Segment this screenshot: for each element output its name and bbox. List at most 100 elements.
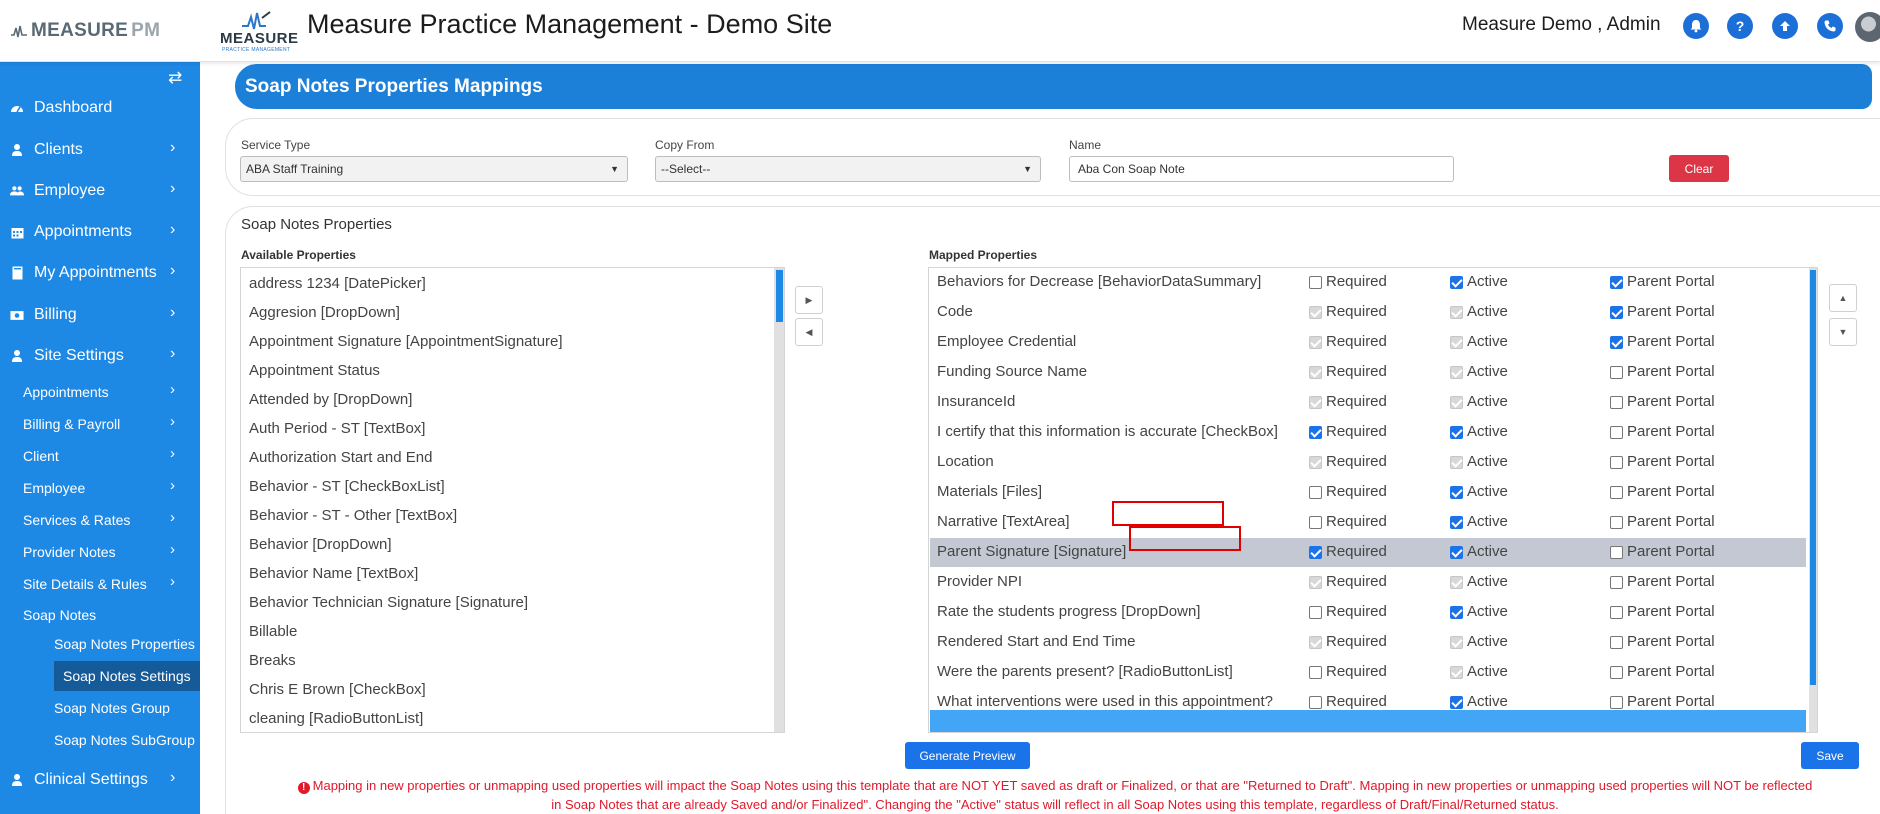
list-item[interactable]: Appointment Signature [AppointmentSignat… (249, 333, 563, 350)
name-input[interactable]: Aba Con Soap Note (1069, 156, 1454, 182)
parent-portal-checkbox[interactable] (1610, 636, 1623, 649)
question-icon[interactable]: ? (1727, 13, 1753, 39)
sidebar-item-clients[interactable]: Clients › (0, 133, 200, 167)
sidebar-sub-site-details[interactable]: Site Details & Rules › (0, 569, 200, 599)
sidebar-sub-provider-notes[interactable]: Provider Notes › (0, 537, 200, 567)
required-checkbox[interactable] (1309, 606, 1322, 619)
list-item[interactable]: Chris E Brown [CheckBox] (249, 681, 426, 698)
list-item[interactable]: Attended by [DropDown] (249, 391, 412, 408)
list-item[interactable]: Behavior - ST [CheckBoxList] (249, 478, 445, 495)
sidebar-item-site-settings[interactable]: Site Settings › (0, 339, 200, 373)
sidebar-sub-soap-notes[interactable]: Soap Notes (0, 600, 200, 630)
phone-icon[interactable] (1817, 13, 1843, 39)
list-item[interactable]: cleaning [RadioButtonList] (249, 710, 423, 727)
mapped-row[interactable]: Code Required Active Parent Portal (930, 298, 1806, 327)
list-item[interactable]: Behavior Name [TextBox] (249, 565, 418, 582)
sidebar-item-billing[interactable]: Billing › (0, 298, 200, 332)
parent-portal-checkbox[interactable] (1610, 456, 1623, 469)
active-checkbox[interactable] (1450, 696, 1463, 709)
mapped-properties-list[interactable]: Behaviors for Decrease [BehaviorDataSumm… (928, 267, 1818, 733)
required-checkbox[interactable] (1309, 666, 1322, 679)
list-item[interactable]: Appointment Status (249, 362, 380, 379)
sidebar-item-my-appointments[interactable]: My Appointments › (0, 256, 200, 290)
list-item[interactable]: Billable (249, 623, 297, 640)
required-checkbox[interactable] (1309, 276, 1322, 289)
brand-logo[interactable]: MEASURE PM (10, 20, 160, 42)
list-item[interactable]: Authorization Start and End (249, 449, 432, 466)
parent-portal-checkbox[interactable] (1610, 396, 1623, 409)
sidebar-sub-billing-payroll[interactable]: Billing & Payroll › (0, 409, 200, 439)
mapped-row[interactable]: Provider NPI Required Active Parent Portal (930, 568, 1806, 597)
parent-portal-checkbox[interactable] (1610, 606, 1623, 619)
scrollbar[interactable] (774, 268, 784, 732)
avatar[interactable] (1855, 12, 1880, 42)
move-down-button[interactable]: ▼ (1829, 318, 1857, 346)
sidebar-soap-notes-properties[interactable]: Soap Notes Properties (0, 629, 200, 659)
service-type-select[interactable]: ABA Staff Training ▼ (240, 156, 628, 182)
mapped-row[interactable]: Were the parents present? [RadioButtonLi… (930, 658, 1806, 687)
sidebar-soap-notes-settings[interactable]: Soap Notes Settings (54, 661, 200, 691)
sidebar-item-appointments[interactable]: Appointments › (0, 215, 200, 249)
mapped-row[interactable]: I certify that this information is accur… (930, 418, 1806, 447)
bell-icon[interactable] (1683, 13, 1709, 39)
sidebar-soap-notes-subgroup[interactable]: Soap Notes SubGroup (0, 725, 200, 755)
move-up-button[interactable]: ▲ (1829, 284, 1857, 312)
parent-portal-checkbox[interactable] (1610, 666, 1623, 679)
sidebar-soap-notes-group[interactable]: Soap Notes Group (0, 693, 200, 723)
active-checkbox[interactable] (1450, 606, 1463, 619)
active-checkbox[interactable] (1450, 486, 1463, 499)
mapped-row[interactable]: Rate the students progress [DropDown] Req… (930, 598, 1806, 627)
list-item[interactable]: Breaks (249, 652, 296, 669)
required-checkbox[interactable] (1309, 486, 1322, 499)
list-item[interactable]: Behavior Technician Signature [Signature… (249, 594, 528, 611)
mapped-row[interactable]: Behaviors for Decrease [BehaviorDataSumm… (930, 268, 1806, 297)
mapped-row[interactable]: Location Required Active Parent Portal (930, 448, 1806, 477)
parent-portal-checkbox[interactable] (1610, 336, 1623, 349)
available-properties-list[interactable]: address 1234 [DatePicker] Aggresion [Dro… (240, 267, 785, 733)
active-checkbox[interactable] (1450, 516, 1463, 529)
required-checkbox[interactable] (1309, 546, 1322, 559)
unmap-left-button[interactable]: ◀ (795, 318, 823, 346)
parent-portal-checkbox[interactable] (1610, 696, 1623, 709)
active-checkbox[interactable] (1450, 426, 1463, 439)
list-item[interactable]: Behavior [DropDown] (249, 536, 392, 553)
sidebar-item-employee[interactable]: Employee › (0, 174, 200, 208)
list-item[interactable]: Aggresion [DropDown] (249, 304, 400, 321)
parent-portal-checkbox[interactable] (1610, 426, 1623, 439)
user-name[interactable]: Measure Demo , Admin (1462, 14, 1661, 36)
sidebar-toggle-icon[interactable]: ⇄ (168, 68, 182, 88)
list-item[interactable]: Auth Period - ST [TextBox] (249, 420, 425, 437)
sidebar-sub-appointments[interactable]: Appointments › (0, 377, 200, 407)
required-checkbox[interactable] (1309, 426, 1322, 439)
required-checkbox[interactable] (1309, 696, 1322, 709)
parent-portal-checkbox[interactable] (1610, 546, 1623, 559)
clear-button[interactable]: Clear (1669, 155, 1729, 182)
scrollbar-thumb[interactable] (1810, 270, 1816, 685)
map-right-button[interactable]: ▶ (795, 286, 823, 314)
scrollbar-thumb[interactable] (776, 270, 783, 322)
list-item[interactable]: Behavior - ST - Other [TextBox] (249, 507, 457, 524)
mapped-row[interactable]: Materials [Files] Required Active Parent Po… (930, 478, 1806, 507)
mapped-row[interactable]: Rendered Start and End Time Required Activ… (930, 628, 1806, 657)
mapped-row[interactable]: InsuranceId Required Active Parent Portal (930, 388, 1806, 417)
sidebar-sub-employee[interactable]: Employee › (0, 473, 200, 503)
list-item[interactable]: address 1234 [DatePicker] (249, 275, 426, 292)
generate-preview-button[interactable]: Generate Preview (905, 742, 1030, 769)
sidebar-sub-client[interactable]: Client › (0, 441, 200, 471)
active-checkbox[interactable] (1450, 546, 1463, 559)
mapped-row[interactable]: Funding Source Name Required Active Parent … (930, 358, 1806, 387)
upload-icon[interactable] (1772, 13, 1798, 39)
parent-portal-checkbox[interactable] (1610, 276, 1623, 289)
mapped-row[interactable]: Narrative [TextArea] Required Active Parent… (930, 508, 1806, 537)
mapped-row[interactable]: Employee Credential Required Active Parent … (930, 328, 1806, 357)
parent-portal-checkbox[interactable] (1610, 516, 1623, 529)
active-checkbox[interactable] (1450, 276, 1463, 289)
mapped-row[interactable]: Parent Signature [Signature] Required Acti… (930, 538, 1806, 567)
scrollbar[interactable] (1809, 268, 1817, 732)
parent-portal-checkbox[interactable] (1610, 366, 1623, 379)
parent-portal-checkbox[interactable] (1610, 576, 1623, 589)
sidebar-sub-services-rates[interactable]: Services & Rates › (0, 505, 200, 535)
sidebar-item-clinical-settings[interactable]: Clinical Settings › (0, 763, 200, 797)
parent-portal-checkbox[interactable] (1610, 486, 1623, 499)
required-checkbox[interactable] (1309, 516, 1322, 529)
